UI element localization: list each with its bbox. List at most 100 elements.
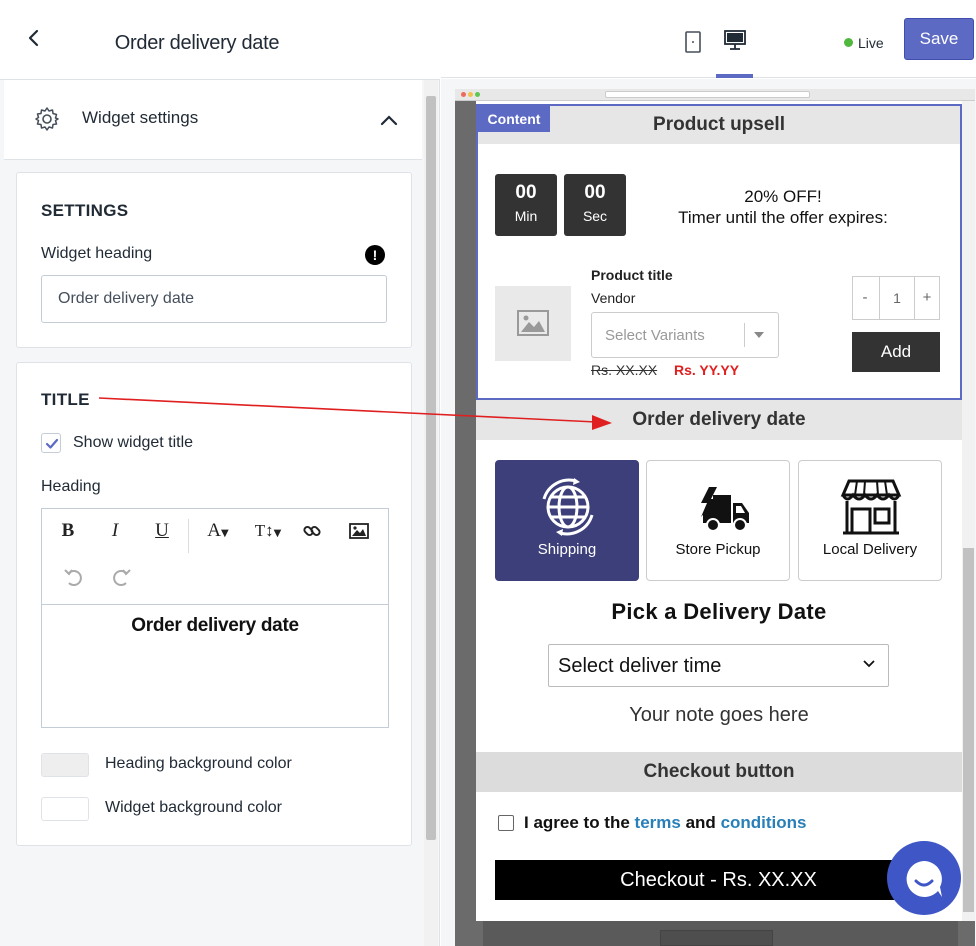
product-title: Product title xyxy=(591,267,673,283)
image-icon[interactable] xyxy=(344,516,374,546)
qty-minus-button[interactable]: - xyxy=(853,277,877,319)
widget-bg-swatch[interactable] xyxy=(41,797,89,821)
toolbar-divider xyxy=(188,519,189,553)
delivery-time-value: Select deliver time xyxy=(558,655,722,677)
checkmark-icon xyxy=(45,438,59,449)
delivery-time-select[interactable]: Select deliver time xyxy=(548,644,889,687)
delivery-note: Your note goes here xyxy=(629,704,809,726)
product-vendor: Vendor xyxy=(591,290,636,306)
caret-down-icon xyxy=(754,332,764,338)
settings-panel: Order delivery date Widget settings SETT… xyxy=(0,0,440,946)
pick-date-title: Pick a Delivery Date xyxy=(611,599,827,624)
terms-link[interactable]: terms xyxy=(635,813,681,832)
underline-button[interactable]: U xyxy=(147,516,177,546)
browser-url-bar xyxy=(605,91,810,98)
desktop-view-icon[interactable] xyxy=(723,28,747,52)
store-pickup-label: Store Pickup xyxy=(675,541,761,558)
checkout-heading: Checkout button xyxy=(476,752,962,792)
save-button[interactable]: Save xyxy=(904,18,974,60)
font-size-button[interactable]: T↕▼ xyxy=(246,516,290,546)
redo-icon[interactable] xyxy=(106,563,136,593)
qty-plus-button[interactable]: + xyxy=(915,277,939,319)
widget-settings-label: Widget settings xyxy=(82,108,199,127)
timer-seconds-label: Sec xyxy=(582,208,608,224)
upsell-heading: Product upsell xyxy=(478,106,960,144)
widget-settings-toggle[interactable]: Widget settings xyxy=(4,80,422,160)
window-maximize-dot xyxy=(475,92,480,97)
truck-icon xyxy=(701,487,749,532)
add-button[interactable]: Add xyxy=(852,332,940,372)
active-view-indicator xyxy=(716,74,753,78)
panel-title: Order delivery date xyxy=(114,32,280,54)
live-status-dot xyxy=(844,38,853,47)
preview-scrollbar-thumb[interactable] xyxy=(963,548,974,912)
conditions-link[interactable]: conditions xyxy=(721,813,807,832)
title-heading: TITLE xyxy=(41,390,90,409)
checkout-button[interactable]: Checkout - Rs. XX.XX xyxy=(495,860,942,900)
heading-bg-label: Heading background color xyxy=(105,755,292,772)
widget-heading-label: Widget heading xyxy=(41,245,153,262)
chat-launcher[interactable] xyxy=(887,841,961,915)
info-icon[interactable]: ! xyxy=(365,245,385,265)
content-tag: Content xyxy=(478,106,550,132)
product-image xyxy=(495,286,571,361)
show-title-checkbox[interactable] xyxy=(41,433,61,453)
globe-icon xyxy=(542,478,594,536)
shipping-option[interactable]: Shipping xyxy=(495,460,639,581)
agree-prefix: I agree to the xyxy=(524,813,630,832)
footer-element xyxy=(660,930,773,946)
quantity-stepper: - 1 + xyxy=(852,276,940,320)
italic-button[interactable]: I xyxy=(100,516,130,546)
panel-scrollbar-thumb[interactable] xyxy=(426,96,436,840)
chevron-up-icon xyxy=(380,115,398,126)
title-card: TITLE Show widget title Heading B I U A▼… xyxy=(16,362,412,846)
qty-value[interactable]: 1 xyxy=(879,277,915,319)
delivery-heading: Order delivery date xyxy=(476,400,962,440)
window-close-dot xyxy=(461,92,466,97)
offer-text: 20% OFF! Timer until the offer expires: xyxy=(658,186,908,228)
product-upsell-widget[interactable]: Product upsell Content 00 Min 00 Sec 20%… xyxy=(476,104,962,400)
heading-bg-swatch[interactable] xyxy=(41,753,89,777)
settings-card: SETTINGS Widget heading ! Order delivery… xyxy=(16,172,412,348)
variant-placeholder: Select Variants xyxy=(605,327,705,344)
show-title-label: Show widget title xyxy=(73,434,194,451)
offer-discount: 20% OFF! xyxy=(744,187,822,206)
timer-seconds-value: 00 xyxy=(584,182,606,203)
variant-divider xyxy=(744,323,745,347)
image-placeholder-icon xyxy=(517,310,549,336)
sale-price: Rs. YY.YY xyxy=(674,362,740,378)
live-status-label: Live xyxy=(858,35,884,51)
editor-content[interactable]: Order delivery date xyxy=(42,615,388,637)
caret-down-icon: ▼ xyxy=(273,528,282,539)
compare-price: Rs. XX.XX xyxy=(591,362,658,378)
font-size-glyph: T↕ xyxy=(254,521,274,540)
heading-label: Heading xyxy=(41,478,101,495)
bold-button[interactable]: B xyxy=(53,516,83,546)
timer-minutes-value: 00 xyxy=(515,182,537,203)
caret-down-icon: ▼ xyxy=(221,528,229,539)
editor-toolbar: B I U A▼ T↕▼ xyxy=(42,509,388,605)
mobile-view-icon[interactable] xyxy=(681,30,705,54)
variant-select[interactable]: Select Variants xyxy=(591,312,779,358)
heading-rich-editor: B I U A▼ T↕▼ Order delivery date xyxy=(41,508,389,728)
timer-minutes-label: Min xyxy=(514,208,538,224)
chat-bubble-icon xyxy=(906,861,942,897)
widget-heading-input[interactable]: Order delivery date xyxy=(41,275,387,323)
preview-toolbar: Live Save xyxy=(441,8,976,78)
browser-chrome xyxy=(455,89,975,101)
app-root: Order delivery date Widget settings SETT… xyxy=(0,0,976,946)
store-icon xyxy=(840,479,902,535)
gear-icon xyxy=(35,107,59,131)
undo-icon[interactable] xyxy=(59,563,89,593)
agree-text: I agree to the terms and conditions xyxy=(524,813,807,833)
agree-checkbox[interactable] xyxy=(498,815,514,831)
store-pickup-option[interactable]: Store Pickup xyxy=(646,460,790,581)
agree-and: and xyxy=(685,813,716,832)
local-delivery-label: Local Delivery xyxy=(822,541,918,558)
settings-heading: SETTINGS xyxy=(41,201,129,220)
local-delivery-option[interactable]: Local Delivery xyxy=(798,460,942,581)
link-icon[interactable] xyxy=(297,516,327,546)
font-color-button[interactable]: A▼ xyxy=(198,516,238,546)
window-minimize-dot xyxy=(468,92,473,97)
font-color-glyph: A xyxy=(207,520,222,541)
